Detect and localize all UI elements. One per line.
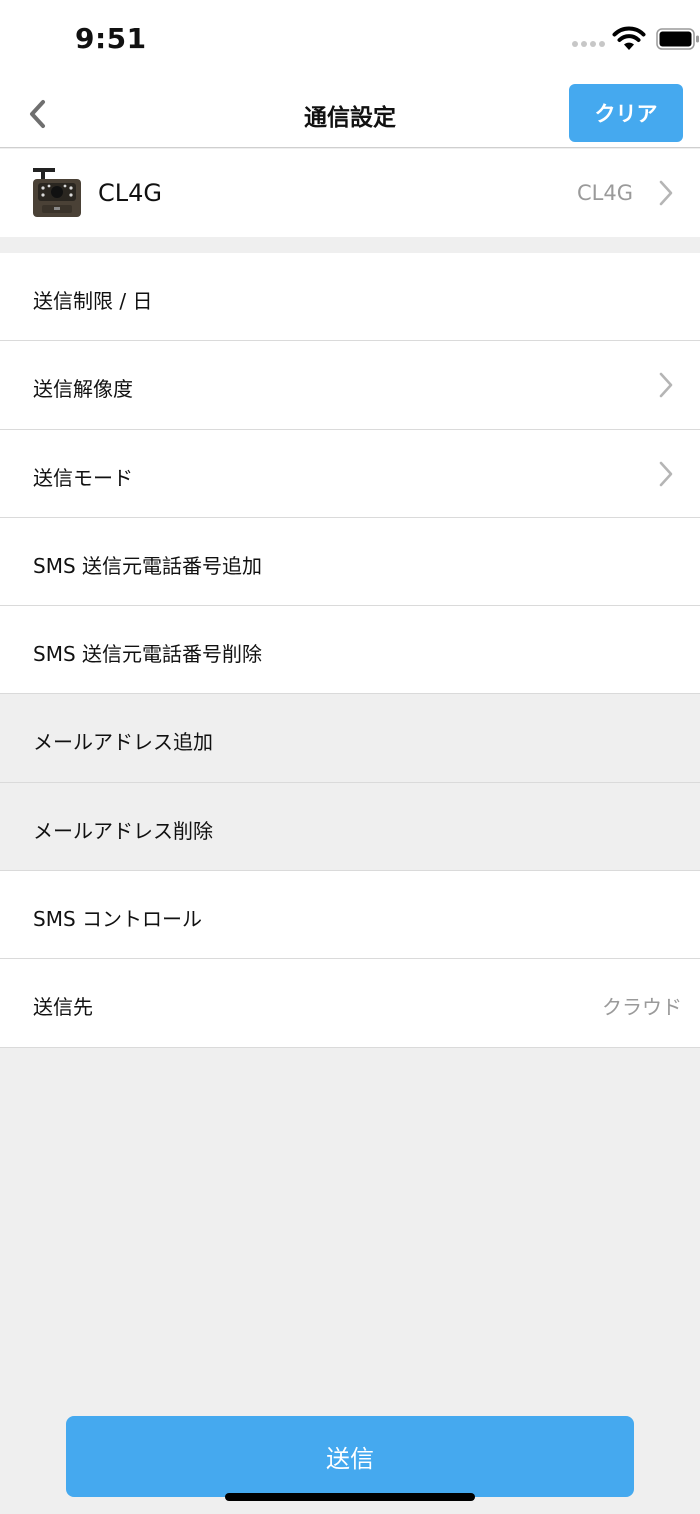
device-name: CL4G [98,179,162,207]
setting-row[interactable]: 送信先 クラウド [0,959,700,1048]
setting-label: 送信制限 / 日 [33,289,153,313]
setting-label: メールアドレス削除 [33,818,213,843]
setting-label: 送信モード [33,465,133,490]
setting-row[interactable]: SMS 送信元電話番号削除 [0,606,700,695]
setting-row[interactable]: SMS コントロール [0,871,700,960]
home-indicator [225,1493,475,1501]
setting-row[interactable]: SMS 送信元電話番号追加 [0,517,700,607]
setting-row[interactable]: 送信制限 / 日 [0,253,700,342]
setting-label: SMS 送信元電話番号削除 [33,642,263,667]
chevron-right-icon [659,461,673,486]
chevron-right-icon [659,372,673,398]
wifi-icon [612,26,646,50]
cellular-signal-icon [572,41,605,47]
device-selector-row[interactable]: CL4G CL4G [0,149,700,237]
clear-button[interactable]: クリア [569,84,683,142]
setting-row[interactable]: 送信モード [0,429,700,518]
trail-camera-icon [33,168,81,217]
setting-label: 送信先 [33,995,93,1020]
setting-label: SMS 送信元電話番号追加 [33,553,263,578]
settings-list: 送信制限 / 日送信解像度送信モード SMS 送信元電話番号追加 SMS 送信元電話… [0,253,700,1048]
setting-row[interactable]: メールアドレス削除 [0,782,700,872]
chevron-right-icon [659,180,673,206]
status-bar: 9:51 [0,0,700,80]
navigation-bar: 通信設定 クリア [0,80,700,148]
setting-label: メールアドレス追加 [33,730,213,755]
setting-value: クラウド [602,995,682,1020]
setting-row[interactable]: 送信解像度 [0,341,700,430]
send-button[interactable]: 送信 [66,1416,634,1497]
setting-label: 送信解像度 [33,377,133,402]
setting-label: SMS コントロール [33,907,203,932]
battery-icon [656,28,699,50]
device-value: CL4G [577,181,633,205]
status-time: 9:51 [75,22,147,55]
setting-row[interactable]: メールアドレス追加 [0,694,700,783]
